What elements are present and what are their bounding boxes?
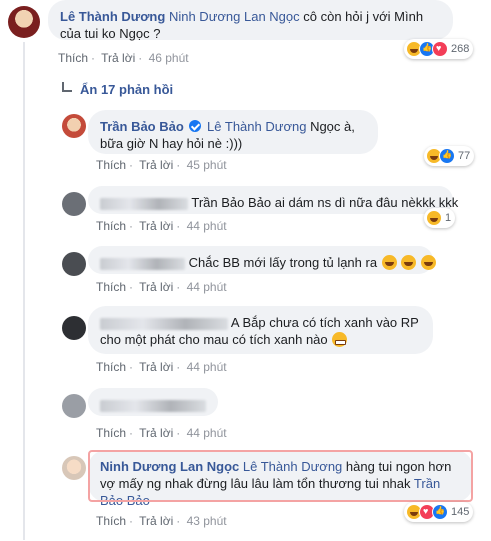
avatar[interactable] [62, 456, 86, 480]
reply-link[interactable]: Trả lời [101, 51, 135, 65]
comment-actions: Thích · Trả lời · 46 phút [58, 51, 189, 65]
blurred-name [100, 317, 228, 330]
avatar[interactable] [62, 114, 86, 138]
timestamp[interactable]: 44 phút [187, 280, 227, 294]
timestamp[interactable]: 44 phút [187, 426, 227, 440]
like-reaction-icon [439, 148, 455, 164]
comment-actions: Thích · Trả lời · 44 phút [96, 280, 227, 294]
comment-actions: Thích · Trả lời · 43 phút [96, 514, 227, 528]
like-link[interactable]: Thích [96, 360, 126, 374]
reply-bubble: Trần Bảo Bảo Lê Thành Dương Ngọc à, bữa … [88, 110, 378, 154]
reply-link[interactable]: Trả lời [139, 426, 173, 440]
like-link[interactable]: Thích [96, 426, 126, 440]
rofl-emoji-icon [381, 255, 397, 270]
reply-bubble [88, 388, 218, 416]
reply-bubble: A Bắp chưa có tích xanh vào RP cho một p… [88, 306, 433, 354]
commenter-name[interactable]: Trần Bảo Bảo [100, 119, 184, 134]
reaction-summary[interactable]: 1 [424, 208, 456, 228]
reply-bubble: Chắc BB mới lấy trong tủ lạnh ra [88, 246, 436, 274]
like-reaction-icon [432, 504, 448, 520]
timestamp[interactable]: 44 phút [187, 219, 227, 233]
timestamp[interactable]: 43 phút [187, 514, 227, 528]
thread-line [23, 42, 25, 540]
reaction-count: 77 [458, 150, 471, 162]
comment-text: Trần Bảo Bảo ai dám ns dì nữa đâu nèkkk … [191, 195, 459, 210]
like-link[interactable]: Thích [96, 280, 126, 294]
grimace-emoji-icon [332, 332, 348, 347]
mention-link[interactable]: Lê Thành Dương [207, 119, 306, 134]
reply-link[interactable]: Trả lời [139, 280, 173, 294]
comment-actions: Thích · Trả lời · 44 phút [96, 426, 227, 440]
avatar[interactable] [62, 192, 86, 216]
timestamp[interactable]: 46 phút [149, 51, 189, 65]
avatar[interactable] [62, 252, 86, 276]
blurred-name [100, 197, 188, 210]
reply-bubble: Trần Bảo Bảo ai dám ns dì nữa đâu nèkkk … [88, 186, 458, 214]
avatar[interactable] [62, 316, 86, 340]
reaction-count: 268 [451, 43, 470, 55]
reaction-summary[interactable]: 268 [404, 39, 474, 59]
reaction-summary[interactable]: 145 [404, 502, 474, 522]
hide-replies-toggle[interactable]: Ẩn 17 phản hồi [62, 81, 174, 97]
comment-bubble: Lê Thành Dương Ninh Dương Lan Ngọc cô cò… [48, 0, 453, 41]
laughing-emoji-icon [401, 255, 417, 270]
timestamp[interactable]: 45 phút [187, 158, 227, 172]
comment-actions: Thích · Trả lời · 44 phút [96, 360, 227, 374]
reply-link[interactable]: Trả lời [139, 219, 173, 233]
like-link[interactable]: Thích [96, 219, 126, 233]
reply-link[interactable]: Trả lời [139, 360, 173, 374]
commenter-name[interactable]: Lê Thành Dương [60, 9, 165, 24]
like-link[interactable]: Thích [96, 158, 126, 172]
reaction-count: 145 [451, 506, 470, 518]
reply-link[interactable]: Trả lời [139, 158, 173, 172]
highlight-box [88, 450, 473, 502]
love-reaction-icon [432, 41, 448, 57]
reaction-summary[interactable]: 77 [424, 146, 475, 166]
comment-actions: Thích · Trả lời · 45 phút [96, 158, 227, 172]
verified-badge-icon [189, 120, 202, 132]
hide-replies-label: Ẩn 17 phản hồi [80, 82, 174, 97]
reply-arrow-icon [62, 81, 72, 92]
comment-text: Chắc BB mới lấy trong tủ lạnh ra [188, 255, 378, 270]
avatar[interactable] [8, 6, 40, 38]
avatar[interactable] [62, 394, 86, 418]
blurred-text [100, 399, 206, 412]
blurred-name [100, 257, 185, 270]
laughing-emoji-icon [420, 255, 436, 270]
reply-link[interactable]: Trả lời [139, 514, 173, 528]
reaction-count: 1 [445, 212, 452, 224]
like-link[interactable]: Thích [96, 514, 126, 528]
timestamp[interactable]: 44 phút [187, 360, 227, 374]
mention-link[interactable]: Ninh Dương Lan Ngọc [169, 9, 300, 24]
haha-reaction-icon [426, 210, 442, 226]
comment-actions: Thích · Trả lời · 44 phút [96, 219, 227, 233]
like-link[interactable]: Thích [58, 51, 88, 65]
